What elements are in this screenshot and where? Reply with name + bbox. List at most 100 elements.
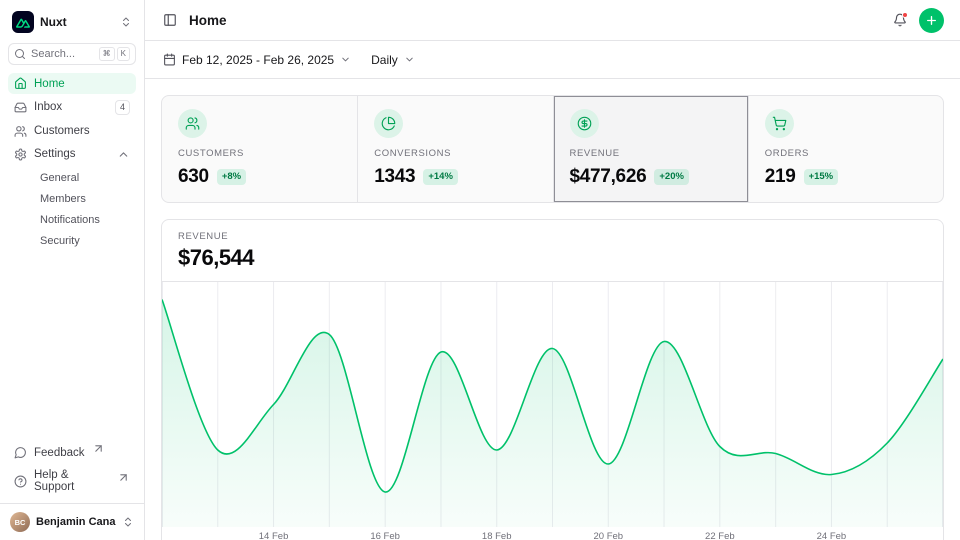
chevron-down-icon	[340, 54, 351, 65]
stat-chip	[374, 109, 403, 138]
chart-x-axis: 14 Feb 16 Feb 18 Feb 20 Feb 22 Feb 24 Feb	[162, 527, 943, 540]
calendar-icon	[163, 53, 176, 66]
pie-chart-icon	[381, 116, 396, 131]
kbd-k: K	[117, 47, 130, 61]
stat-chip	[765, 109, 794, 138]
stats-row: Customers 630 +8% Conversions 1343 +14%	[161, 95, 944, 203]
sidebar-footer-nav: Feedback Help & Support	[8, 442, 136, 497]
sidebar-item-feedback[interactable]: Feedback	[8, 442, 136, 463]
x-tick-label: 16 Feb	[370, 531, 400, 540]
search-placeholder: Search...	[31, 48, 94, 60]
search-icon	[14, 48, 26, 60]
inbox-icon	[14, 101, 27, 114]
sidebar-item-label: Help & Support	[34, 469, 110, 493]
sidebar-nav: Home Inbox 4 Customers Settings General …	[8, 73, 136, 251]
settings-subnav: General Members Notifications Security	[8, 168, 136, 251]
sidebar-toggle-button[interactable]	[161, 11, 179, 29]
stat-card-orders[interactable]: Orders 219 +15%	[748, 96, 943, 202]
app-root: Nuxt Search... ⌘ K Home Inbox 4 Cu	[0, 0, 960, 540]
chart-metric-label: Revenue	[178, 231, 927, 242]
sidebar-item-label: Home	[34, 78, 130, 90]
external-link-icon	[117, 471, 130, 484]
stat-value: 630	[178, 166, 209, 188]
stat-label: Orders	[765, 148, 927, 159]
stat-delta-badge: +15%	[804, 169, 839, 184]
sidebar-item-inbox[interactable]: Inbox 4	[8, 96, 136, 119]
stat-chip	[570, 109, 599, 138]
kbd-cmd: ⌘	[99, 47, 115, 61]
stat-label: Revenue	[570, 148, 732, 159]
sidebar-item-help-support[interactable]: Help & Support	[8, 465, 136, 497]
sidebar-item-home[interactable]: Home	[8, 73, 136, 94]
stat-delta-badge: +20%	[654, 169, 689, 184]
stat-label: Customers	[178, 148, 341, 159]
x-tick-label: 22 Feb	[705, 531, 735, 540]
x-tick-label: 24 Feb	[817, 531, 847, 540]
notification-dot	[902, 12, 908, 18]
workspace-switcher[interactable]: Nuxt	[8, 8, 136, 36]
topbar-actions	[893, 8, 944, 33]
stat-value: 219	[765, 166, 796, 188]
nuxt-logo-icon	[12, 11, 34, 33]
sidebar: Nuxt Search... ⌘ K Home Inbox 4 Cu	[0, 0, 145, 540]
content-area: Customers 630 +8% Conversions 1343 +14%	[145, 79, 960, 540]
revenue-chart-svg	[162, 282, 943, 527]
sidebar-item-customers[interactable]: Customers	[8, 121, 136, 142]
stat-delta-badge: +14%	[423, 169, 458, 184]
panel-left-icon	[163, 13, 177, 27]
sidebar-item-security[interactable]: Security	[34, 231, 136, 251]
stat-card-customers[interactable]: Customers 630 +8%	[162, 96, 357, 202]
sidebar-item-notifications[interactable]: Notifications	[34, 210, 136, 230]
main-panel: Home Feb 12, 2025 - Feb 26, 2025 Daily	[145, 0, 960, 540]
users-icon	[14, 125, 27, 138]
avatar: BC	[10, 512, 30, 532]
circle-help-icon	[14, 475, 27, 488]
stat-delta-badge: +8%	[217, 169, 246, 184]
chevron-up-down-icon	[122, 516, 134, 528]
sidebar-spacer	[8, 251, 136, 442]
notifications-button[interactable]	[893, 13, 907, 27]
chevron-up-icon	[117, 148, 130, 161]
circle-dollar-icon	[577, 116, 592, 131]
chevron-up-down-icon	[120, 16, 132, 28]
workspace-name: Nuxt	[40, 15, 114, 29]
stat-card-revenue[interactable]: Revenue $477,626 +20%	[553, 96, 748, 202]
add-button[interactable]	[919, 8, 944, 33]
revenue-chart-card: Revenue $76,544 14 Feb 16 Feb 18 Feb 20 Feb…	[161, 219, 944, 540]
plus-icon	[925, 14, 938, 27]
users-icon	[185, 116, 200, 131]
stat-label: Conversions	[374, 148, 536, 159]
stat-chip	[178, 109, 207, 138]
page-title: Home	[189, 13, 227, 28]
sidebar-item-label: Customers	[34, 125, 130, 137]
date-range-value: Feb 12, 2025 - Feb 26, 2025	[182, 53, 334, 67]
period-select[interactable]: Daily	[369, 49, 417, 71]
period-value: Daily	[371, 53, 398, 67]
sidebar-item-general[interactable]: General	[34, 168, 136, 188]
filters-toolbar: Feb 12, 2025 - Feb 26, 2025 Daily	[145, 41, 960, 79]
topbar: Home	[145, 0, 960, 41]
x-tick-label: 14 Feb	[259, 531, 289, 540]
user-menu[interactable]: BC Benjamin Canac	[0, 503, 144, 540]
chart-metric-value: $76,544	[178, 245, 927, 271]
revenue-chart-plot[interactable]	[162, 282, 943, 527]
search-kbd-shortcut: ⌘ K	[99, 47, 130, 61]
date-range-picker[interactable]: Feb 12, 2025 - Feb 26, 2025	[161, 49, 353, 71]
chevron-down-icon	[404, 54, 415, 65]
gear-icon	[14, 148, 27, 161]
shopping-cart-icon	[772, 116, 787, 131]
search-input[interactable]: Search... ⌘ K	[8, 43, 136, 65]
sidebar-item-label: Inbox	[34, 101, 108, 113]
sidebar-item-label: Feedback	[34, 447, 85, 459]
x-tick-label: 18 Feb	[482, 531, 512, 540]
stat-value: 1343	[374, 166, 415, 188]
x-tick-label: 20 Feb	[593, 531, 623, 540]
message-circle-icon	[14, 446, 27, 459]
sidebar-item-members[interactable]: Members	[34, 189, 136, 209]
sidebar-item-label: Settings	[34, 148, 110, 160]
stat-value: $477,626	[570, 166, 647, 188]
house-icon	[14, 77, 27, 90]
inbox-count-badge: 4	[115, 100, 130, 115]
stat-card-conversions[interactable]: Conversions 1343 +14%	[357, 96, 552, 202]
sidebar-item-settings[interactable]: Settings	[8, 144, 136, 165]
